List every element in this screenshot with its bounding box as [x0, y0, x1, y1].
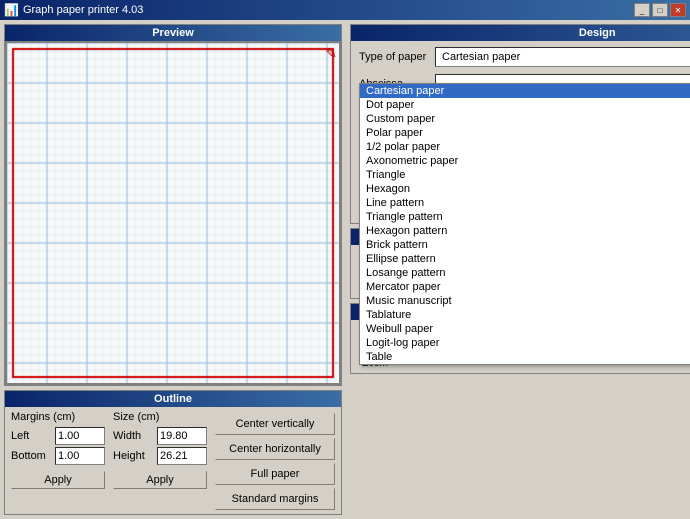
full-paper-button[interactable]: Full paper	[215, 463, 335, 485]
margins-label: Margins (cm)	[11, 411, 105, 423]
width-row: Width	[113, 427, 207, 445]
margins-group: Margins (cm) Left Bottom Apply	[11, 411, 105, 489]
dropdown-item-table[interactable]: Table	[360, 350, 690, 364]
title-bar-left: 📊 Graph paper printer 4.03	[4, 3, 143, 17]
minimize-button[interactable]: _	[634, 3, 650, 17]
type-of-paper-label: Type of paper	[359, 51, 429, 63]
close-button[interactable]: ✕	[670, 3, 686, 17]
dropdown-item-weibull[interactable]: Weibull paper	[360, 322, 690, 336]
title-bar-controls: _ □ ✕	[634, 3, 686, 17]
left-label: Left	[11, 430, 51, 442]
dropdown-item-music[interactable]: Music manuscript	[360, 294, 690, 308]
width-input[interactable]	[157, 427, 207, 445]
bottom-margin-input[interactable]	[55, 447, 105, 465]
dropdown-item-mercator[interactable]: Mercator paper	[360, 280, 690, 294]
dropdown-item-logit[interactable]: Logit-log paper	[360, 336, 690, 350]
bottom-label: Bottom	[11, 450, 51, 462]
dropdown-item-hexagon-pattern[interactable]: Hexagon pattern	[360, 224, 690, 238]
design-body: Type of paper Cartesian paper Cartesian …	[351, 41, 690, 223]
left-panel: Preview ✎ Outline Margins (cm) Left Bott…	[0, 20, 346, 519]
height-label: Height	[113, 450, 153, 462]
dropdown-item-ellipse-pattern[interactable]: Ellipse pattern	[360, 252, 690, 266]
dropdown-item-hexagon[interactable]: Hexagon	[360, 182, 690, 196]
size-label: Size (cm)	[113, 411, 207, 423]
dropdown-item-custom[interactable]: Custom paper	[360, 112, 690, 126]
center-horizontally-button[interactable]: Center horizontally	[215, 438, 335, 460]
type-of-paper-row: Type of paper Cartesian paper	[359, 47, 690, 67]
outline-header: Outline	[5, 391, 341, 407]
design-header: Design	[351, 25, 690, 41]
outline-buttons: Center vertically Center horizontally Fu…	[215, 411, 335, 510]
preview-section: Preview ✎	[4, 24, 342, 386]
bottom-margin-row: Bottom	[11, 447, 105, 465]
height-input[interactable]	[157, 447, 207, 465]
main-container: Preview ✎ Outline Margins (cm) Left Bott…	[0, 20, 690, 519]
type-dropdown-overlay[interactable]: Cartesian paper Dot paper Custom paper P…	[359, 83, 690, 365]
dropdown-item-triangle[interactable]: Triangle	[360, 168, 690, 182]
standard-margins-button[interactable]: Standard margins	[215, 488, 335, 510]
dropdown-item-cartesian[interactable]: Cartesian paper	[360, 84, 690, 98]
dropdown-item-line-pattern[interactable]: Line pattern	[360, 196, 690, 210]
dropdown-item-dot[interactable]: Dot paper	[360, 98, 690, 112]
margins-apply-button[interactable]: Apply	[11, 471, 105, 489]
title-bar: 📊 Graph paper printer 4.03 _ □ ✕	[0, 0, 690, 20]
preview-header: Preview	[5, 25, 341, 41]
right-panel: Design Type of paper Cartesian paper Car…	[346, 20, 690, 519]
dropdown-item-tablature[interactable]: Tablature	[360, 308, 690, 322]
app-icon: 📊	[4, 3, 19, 17]
width-label: Width	[113, 430, 153, 442]
left-margin-input[interactable]	[55, 427, 105, 445]
outline-section: Outline Margins (cm) Left Bottom Apply	[4, 390, 342, 515]
grid-canvas	[7, 43, 339, 383]
dropdown-item-polar[interactable]: Polar paper	[360, 126, 690, 140]
dropdown-item-axonometric[interactable]: Axonometric paper	[360, 154, 690, 168]
height-row: Height	[113, 447, 207, 465]
dropdown-item-brick-pattern[interactable]: Brick pattern	[360, 238, 690, 252]
outline-body: Margins (cm) Left Bottom Apply Size (cm)	[5, 407, 341, 514]
maximize-button[interactable]: □	[652, 3, 668, 17]
size-apply-button[interactable]: Apply	[113, 471, 207, 489]
type-of-paper-select[interactable]: Cartesian paper	[435, 47, 690, 67]
dropdown-item-half-polar[interactable]: 1/2 polar paper	[360, 140, 690, 154]
dropdown-item-triangle-pattern[interactable]: Triangle pattern	[360, 210, 690, 224]
design-section: Design Type of paper Cartesian paper Car…	[350, 24, 690, 224]
preview-area: ✎	[5, 41, 341, 385]
app-title: Graph paper printer 4.03	[23, 4, 143, 16]
dropdown-item-losange-pattern[interactable]: Losange pattern	[360, 266, 690, 280]
edit-icon[interactable]: ✎	[325, 45, 337, 62]
center-vertically-button[interactable]: Center vertically	[215, 413, 335, 435]
size-group: Size (cm) Width Height Apply	[113, 411, 207, 489]
left-margin-row: Left	[11, 427, 105, 445]
